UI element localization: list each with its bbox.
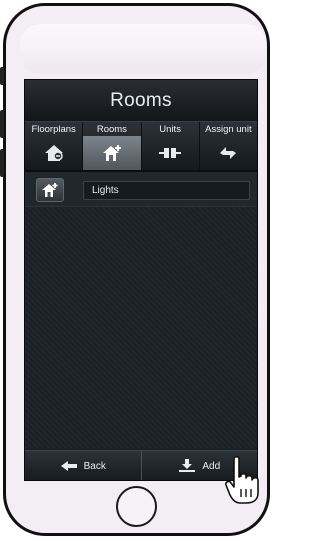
back-arrow-icon [60, 461, 77, 471]
room-list: Lights [25, 172, 257, 448]
title-bar: Rooms [25, 80, 257, 122]
floorplan-icon [25, 136, 82, 170]
unit-plug-icon [142, 136, 199, 170]
room-name-field[interactable]: Lights [83, 181, 250, 200]
tab-rooms[interactable]: Rooms [83, 122, 142, 170]
room-house-icon[interactable] [36, 178, 64, 202]
tab-bar: Floorplans Rooms Units Assign unit [25, 122, 257, 170]
phone-home-button[interactable] [116, 486, 157, 527]
back-button-label: Back [83, 460, 106, 472]
bottom-toolbar: Back Add [25, 450, 257, 480]
app-screen: Rooms Floorplans Rooms Units Assign unit… [24, 79, 258, 481]
tab-floorplans-label: Floorplans [31, 124, 76, 135]
tab-rooms-label: Rooms [96, 124, 127, 135]
tab-floorplans[interactable]: Floorplans [25, 122, 84, 170]
phone-side-button [0, 67, 4, 85]
assign-unit-icon [200, 136, 257, 170]
tab-assign-unit[interactable]: Assign unit [200, 122, 257, 170]
add-download-icon [179, 459, 196, 472]
phone-volume-up-button [0, 110, 4, 138]
hand-pointer-icon [225, 455, 259, 504]
back-button[interactable]: Back [25, 451, 142, 480]
phone-top-bezel [20, 24, 266, 74]
room-house-icon [83, 136, 141, 170]
tab-units-label: Units [159, 124, 181, 135]
phone-volume-down-button [0, 149, 4, 177]
add-button-label: Add [202, 460, 221, 472]
tab-assign-unit-label: Assign unit [205, 124, 252, 135]
page-title: Rooms [110, 89, 172, 111]
list-item[interactable]: Lights [25, 172, 257, 207]
tab-units[interactable]: Units [142, 122, 200, 170]
